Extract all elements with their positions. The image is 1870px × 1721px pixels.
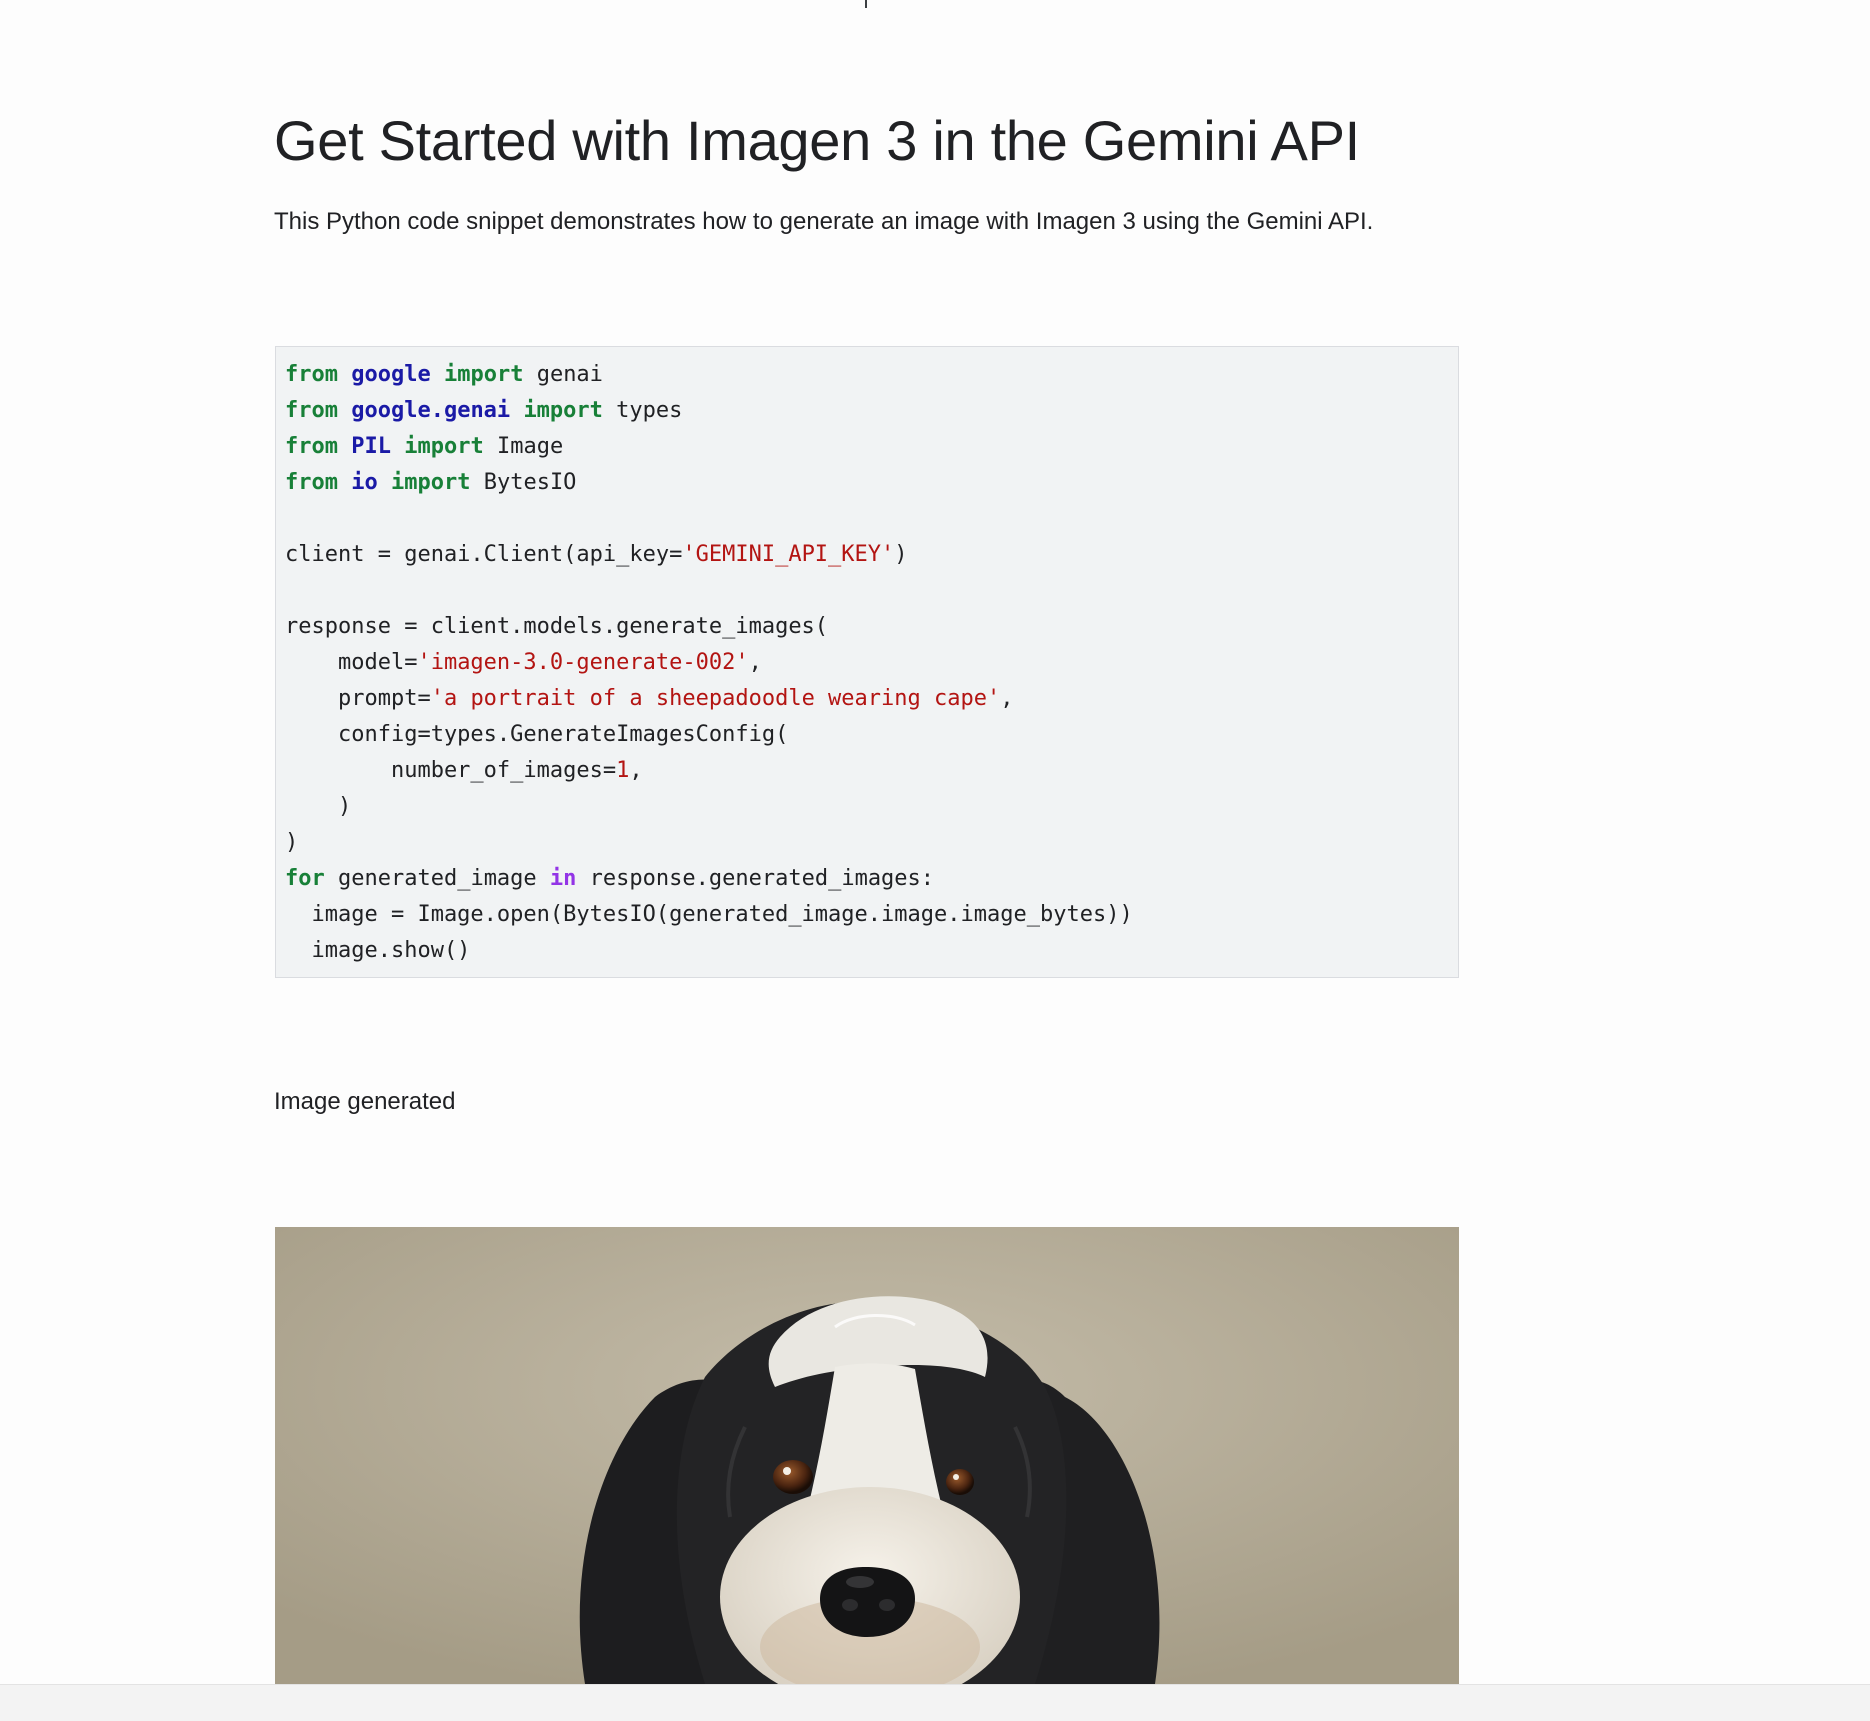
code-line: client = genai.Client(api_key='GEMINI_AP…	[285, 537, 1458, 573]
code-text: types	[602, 398, 683, 423]
code-line: from io import BytesIO	[285, 465, 1458, 501]
code-line: image = Image.open(BytesIO(generated_ima…	[285, 897, 1458, 933]
code-line: number_of_images=1,	[285, 753, 1458, 789]
code-keyword: from	[285, 470, 338, 495]
code-line: )	[285, 825, 1458, 861]
code-text: BytesIO	[470, 470, 577, 495]
code-line: response = client.models.generate_images…	[285, 609, 1458, 645]
code-keyword: import	[523, 398, 603, 423]
code-module: google	[351, 362, 431, 387]
code-string: 'a portrait of a sheepadoodle wearing ca…	[430, 686, 1001, 711]
code-text: number_of_images=	[285, 758, 617, 783]
code-text: config=types.GenerateImagesConfig(	[285, 722, 789, 747]
code-keyword: for	[285, 866, 325, 891]
code-line: config=types.GenerateImagesConfig(	[285, 717, 1458, 753]
code-text: genai	[523, 362, 603, 387]
image-caption: Image generated	[274, 1088, 456, 1115]
code-keyword: from	[285, 398, 338, 423]
code-block[interactable]: from google import genai from google.gena…	[275, 346, 1459, 978]
code-text: image = Image.open(BytesIO(generated_ima…	[285, 902, 1133, 927]
code-line: from PIL import Image	[285, 429, 1458, 465]
code-module: io	[351, 470, 378, 495]
code-module: PIL	[351, 434, 391, 459]
code-text: ,	[629, 758, 643, 783]
code-string: 'GEMINI_API_KEY'	[682, 542, 895, 567]
code-module: google.genai	[351, 398, 511, 423]
code-keyword: from	[285, 434, 338, 459]
code-text: generated_image	[324, 866, 550, 891]
code-keyword: from	[285, 362, 338, 387]
code-text: )	[285, 830, 299, 855]
code-line: image.show()	[285, 933, 1458, 969]
code-text: prompt=	[285, 686, 431, 711]
code-text: ,	[1000, 686, 1014, 711]
code-line: for generated_image in response.generate…	[285, 861, 1458, 897]
code-text: ,	[748, 650, 762, 675]
code-string: 'imagen-3.0-generate-002'	[417, 650, 749, 675]
code-keyword: import	[390, 470, 471, 495]
code-text: )	[285, 794, 352, 819]
code-text: model=	[285, 650, 418, 675]
code-line: prompt='a portrait of a sheepadoodle wea…	[285, 681, 1458, 717]
code-line: from google.genai import types	[285, 393, 1458, 429]
code-text: image.show()	[285, 938, 471, 963]
code-line: model='imagen-3.0-generate-002',	[285, 645, 1458, 681]
top-divider-tick	[865, 0, 867, 8]
code-line: )	[285, 789, 1458, 825]
code-keyword: import	[443, 362, 524, 387]
code-text: response = client.models.generate_images…	[285, 614, 829, 639]
generated-image	[275, 1227, 1459, 1684]
bottom-status-bar	[0, 1684, 1870, 1721]
code-text: response.generated_images:	[576, 866, 935, 891]
code-text: Image	[483, 434, 564, 459]
code-text: client = genai.Client(api_key=	[285, 542, 683, 567]
page-title: Get Started with Imagen 3 in the Gemini …	[274, 109, 1360, 172]
code-number: 1	[616, 758, 630, 783]
code-line: from google import genai	[285, 357, 1458, 393]
code-keyword: import	[404, 434, 484, 459]
intro-paragraph: This Python code snippet demonstrates ho…	[274, 208, 1374, 235]
code-text: )	[894, 542, 908, 567]
code-operator: in	[549, 866, 577, 891]
